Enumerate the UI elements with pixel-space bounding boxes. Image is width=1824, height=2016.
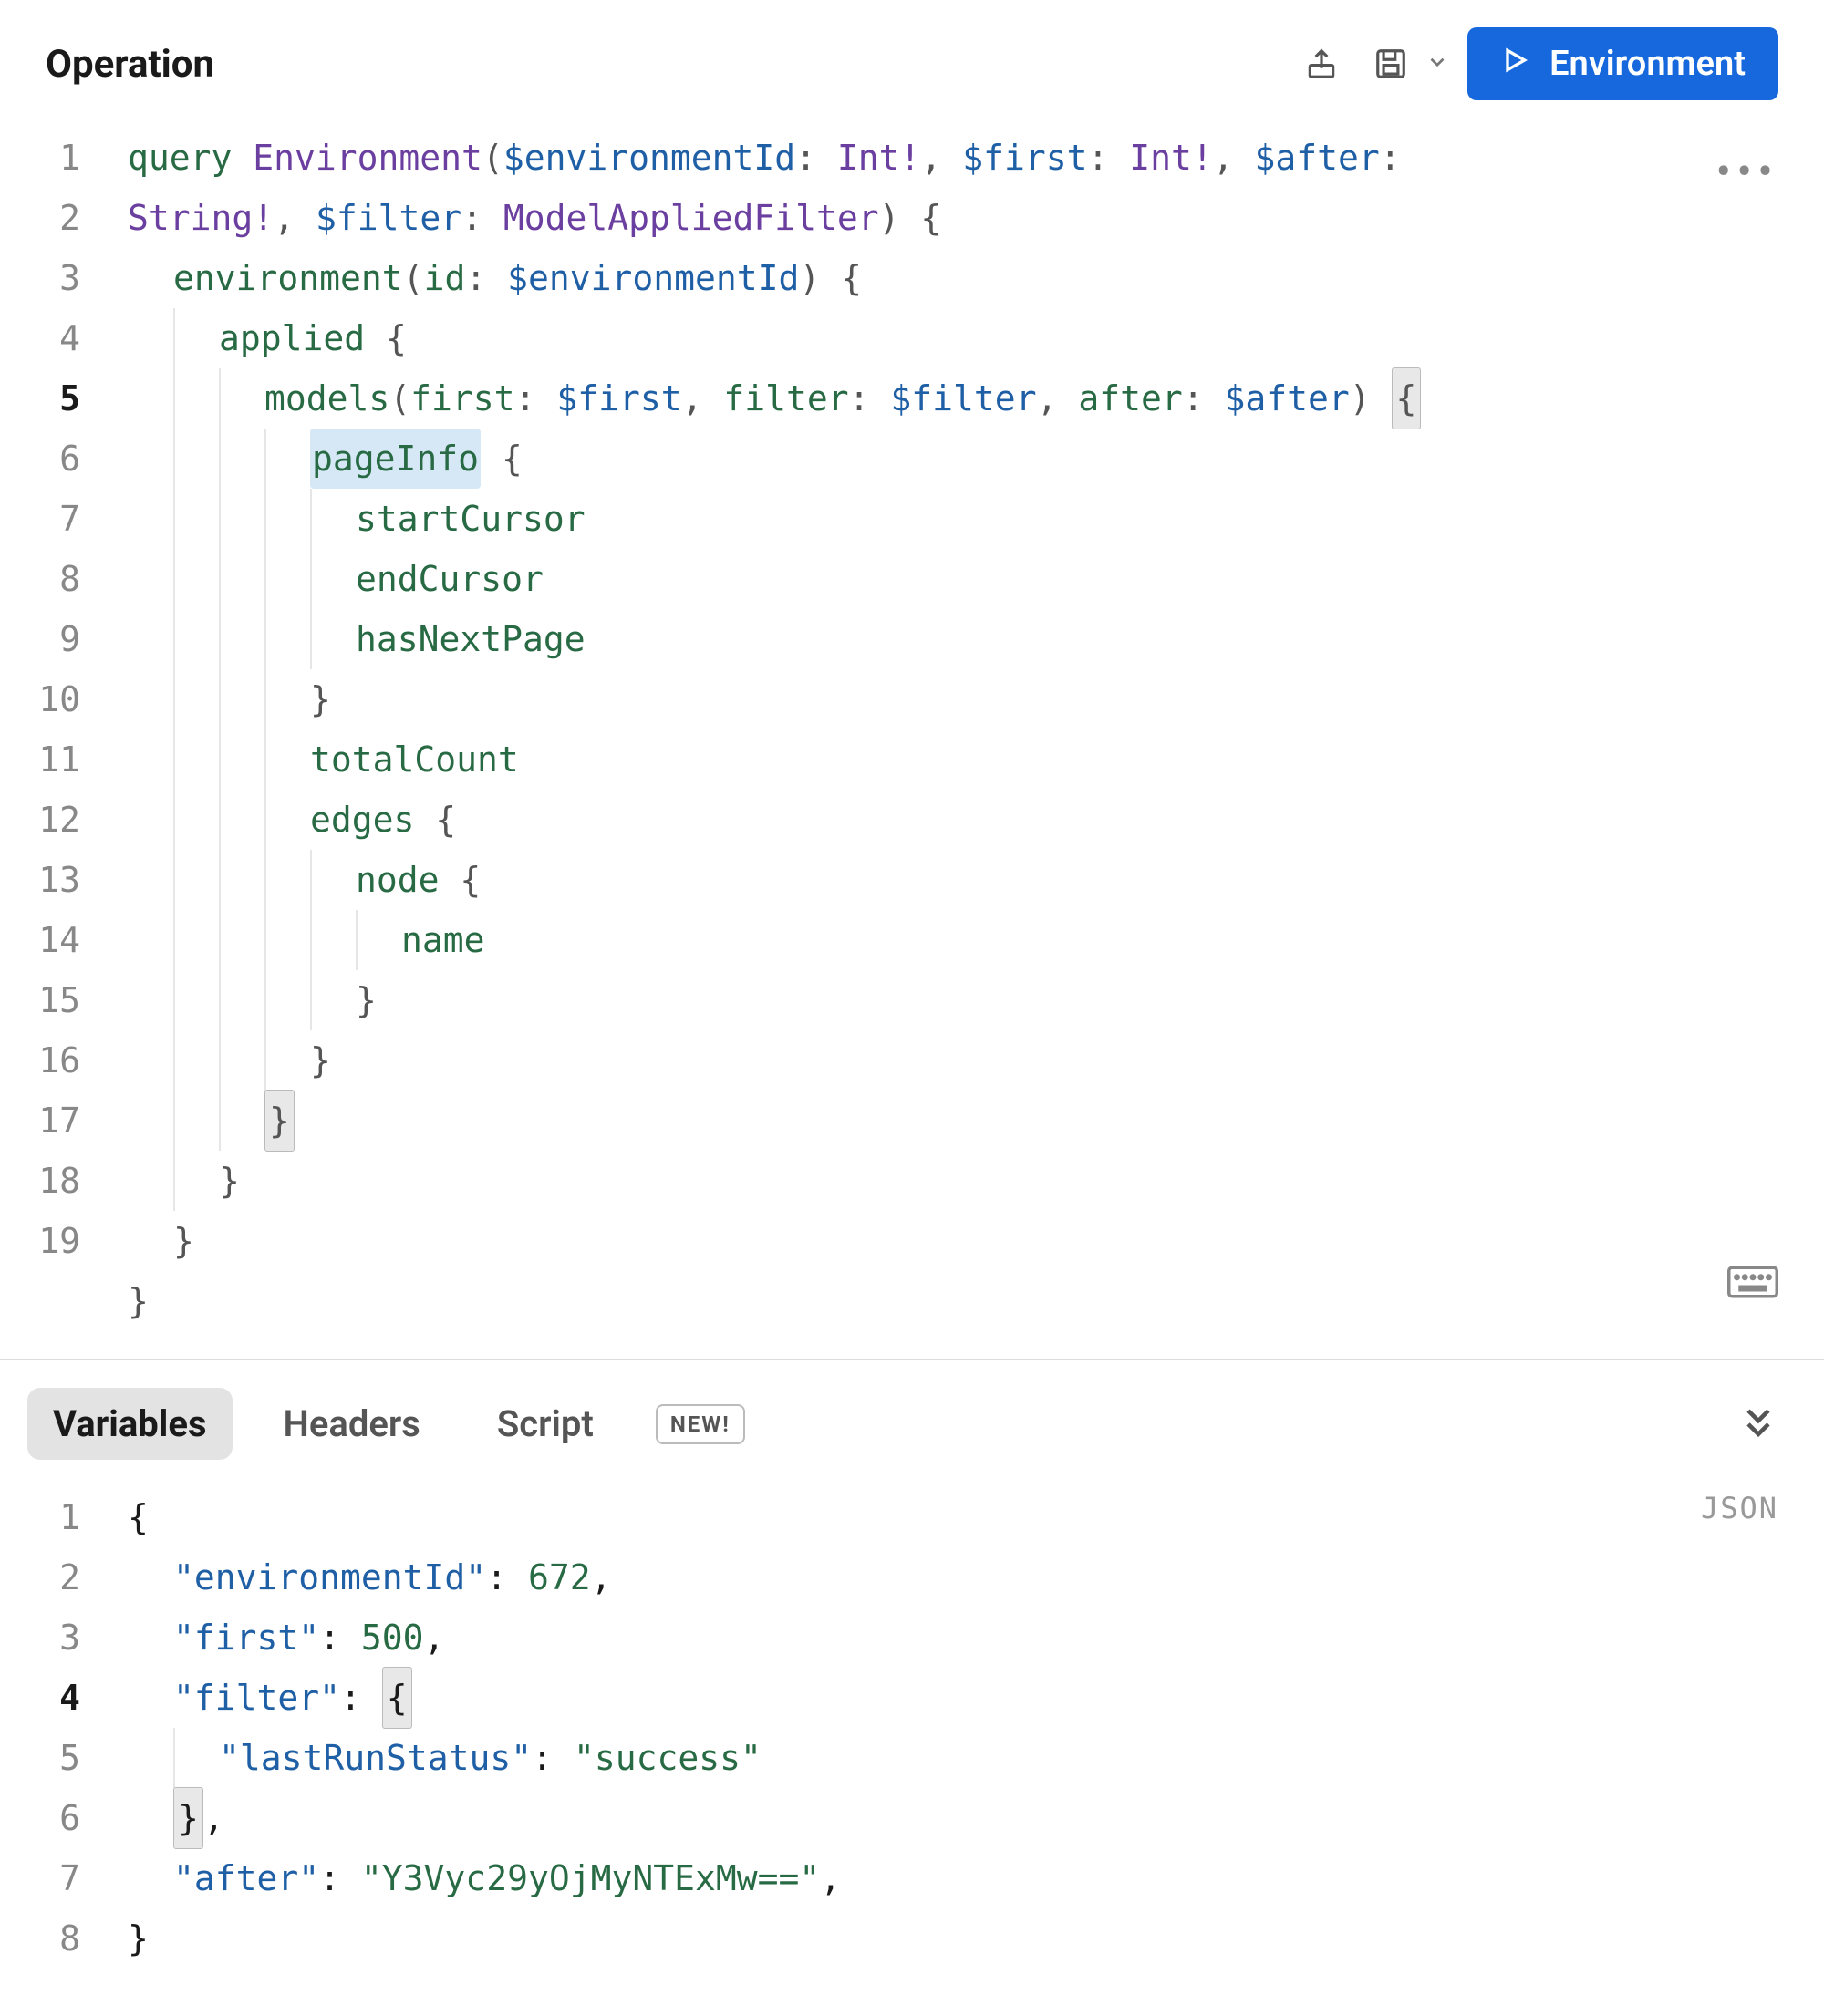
collapse-panel-icon[interactable]: [1738, 1402, 1778, 1446]
save-menu-chevron-icon[interactable]: [1425, 50, 1449, 78]
code-line[interactable]: models(first: $first, filter: $filter, a…: [128, 368, 1824, 429]
code-line[interactable]: "first": 500,: [128, 1608, 1824, 1668]
code-line[interactable]: "environmentId": 672,: [128, 1547, 1824, 1608]
operation-panel: Operation Environment ••• 12345678910111…: [0, 0, 1824, 1359]
save-button-group: [1365, 38, 1449, 89]
code-line[interactable]: }: [128, 1211, 1824, 1271]
code-line[interactable]: node {: [128, 850, 1824, 910]
code-line[interactable]: name: [128, 910, 1824, 970]
code-line[interactable]: startCursor: [128, 489, 1824, 549]
code-line[interactable]: String!, $filter: ModelAppliedFilter) {: [128, 188, 1824, 248]
code-line[interactable]: applied {: [128, 308, 1824, 368]
tab-script[interactable]: Script: [472, 1388, 619, 1460]
keyboard-icon[interactable]: [1727, 1264, 1778, 1304]
code-line[interactable]: }: [128, 1030, 1824, 1091]
run-button-label: Environment: [1549, 44, 1746, 84]
operation-line-gutter: 12345678910111213141516171819: [0, 128, 109, 1271]
code-line[interactable]: endCursor: [128, 549, 1824, 609]
operation-title: Operation: [46, 42, 1278, 87]
code-line[interactable]: "lastRunStatus": "success": [128, 1728, 1824, 1788]
code-line[interactable]: pageInfo {: [128, 429, 1824, 489]
save-icon[interactable]: [1365, 38, 1416, 89]
new-badge: NEW!: [656, 1404, 745, 1444]
code-line[interactable]: },: [128, 1788, 1824, 1848]
code-line[interactable]: }: [128, 669, 1824, 729]
run-operation-button[interactable]: Environment: [1467, 27, 1778, 100]
variables-line-gutter: 12345678: [0, 1487, 109, 1969]
variables-tabs: Variables Headers Script NEW!: [0, 1360, 1824, 1478]
variables-editor[interactable]: JSON 12345678 {"environmentId": 672,"fir…: [0, 1478, 1824, 1996]
code-line[interactable]: {: [128, 1487, 1824, 1547]
code-line[interactable]: }: [128, 970, 1824, 1030]
code-line[interactable]: }: [128, 1091, 1824, 1151]
code-line[interactable]: }: [128, 1151, 1824, 1211]
operation-editor[interactable]: ••• 12345678910111213141516171819 query …: [0, 119, 1824, 1359]
share-icon[interactable]: [1296, 38, 1347, 89]
code-line[interactable]: "filter": {: [128, 1668, 1824, 1728]
operation-code[interactable]: query Environment($environmentId: Int!, …: [128, 128, 1824, 1331]
operation-header: Operation Environment: [0, 0, 1824, 119]
code-line[interactable]: }: [128, 1271, 1824, 1331]
code-line[interactable]: environment(id: $environmentId) {: [128, 248, 1824, 308]
code-line[interactable]: hasNextPage: [128, 609, 1824, 669]
variables-code[interactable]: {"environmentId": 672,"first": 500,"filt…: [128, 1487, 1824, 1969]
code-line[interactable]: edges {: [128, 790, 1824, 850]
tab-variables[interactable]: Variables: [27, 1388, 233, 1460]
play-icon: [1500, 44, 1529, 84]
variables-panel: Variables Headers Script NEW! JSON 1234567…: [0, 1360, 1824, 1996]
code-line[interactable]: "after": "Y3Vyc29yOjMyNTExMw==",: [128, 1848, 1824, 1908]
code-line[interactable]: totalCount: [128, 729, 1824, 790]
code-line[interactable]: }: [128, 1908, 1824, 1969]
tab-headers[interactable]: Headers: [258, 1388, 446, 1460]
code-line[interactable]: query Environment($environmentId: Int!, …: [128, 128, 1824, 188]
